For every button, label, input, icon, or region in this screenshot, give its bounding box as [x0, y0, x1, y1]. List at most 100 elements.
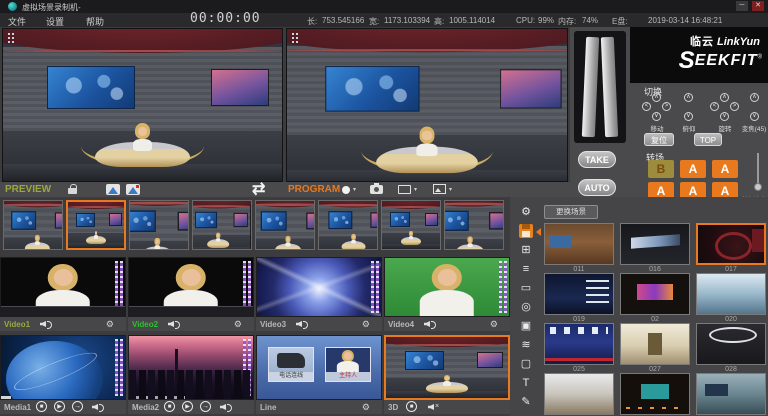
transition-b-button[interactable]: B	[648, 160, 674, 178]
speaker-icon[interactable]	[92, 403, 104, 411]
pitch-down-button[interactable]	[684, 112, 693, 121]
zoom-in-button[interactable]	[750, 93, 759, 102]
menu-file[interactable]: 文件	[8, 15, 26, 28]
snapshot-a-icon[interactable]	[106, 184, 120, 195]
3d-thumbnail[interactable]	[384, 335, 510, 400]
scene-item-025[interactable]	[544, 323, 614, 365]
scene-item-row4-1[interactable]	[544, 373, 614, 415]
stop-button[interactable]	[36, 401, 47, 412]
add-window-icon[interactable]: ⊞	[512, 241, 540, 260]
camera-angle-4[interactable]	[192, 200, 252, 250]
gear-icon[interactable]	[362, 319, 370, 330]
camera-angle-8[interactable]	[444, 200, 504, 250]
scene-item-028[interactable]	[696, 323, 766, 365]
camera-angle-5[interactable]	[255, 200, 315, 250]
gear-icon[interactable]	[234, 319, 242, 330]
scene-item-row4-3[interactable]	[696, 373, 766, 415]
scene-item-017-selected[interactable]	[696, 223, 766, 265]
auto-button[interactable]: AUTO	[578, 179, 616, 196]
minimize-button[interactable]: ─	[736, 1, 748, 11]
record-dropdown-icon[interactable]	[353, 186, 356, 193]
play-button[interactable]	[54, 401, 65, 412]
move-left-button[interactable]	[642, 102, 651, 111]
rotate-down-button[interactable]	[720, 112, 729, 121]
reset-button[interactable]: 复位	[644, 133, 674, 146]
stop-button[interactable]	[406, 401, 417, 412]
video2-thumbnail[interactable]	[128, 257, 254, 317]
take-button[interactable]: TAKE	[578, 151, 616, 168]
rotate-right-button[interactable]	[730, 102, 739, 111]
camera-angle-7[interactable]	[381, 200, 441, 250]
camera-angle-2-selected[interactable]	[66, 200, 126, 250]
camera-angle-1[interactable]	[3, 200, 63, 250]
close-button[interactable]: ✕	[752, 1, 764, 11]
video4-thumbnail[interactable]	[384, 257, 510, 317]
lock-icon[interactable]	[68, 188, 77, 194]
line-thumbnail[interactable]: 电话连线 主持人	[256, 335, 382, 400]
rotate-left-button[interactable]	[710, 102, 719, 111]
display-icon[interactable]: ▭	[512, 279, 540, 298]
media1-thumbnail[interactable]	[0, 335, 126, 400]
move-right-button[interactable]	[662, 102, 671, 111]
scene-list-icon[interactable]: ≡	[512, 260, 540, 279]
speaker-icon[interactable]	[220, 403, 232, 411]
transition-a2-button[interactable]: A	[712, 160, 738, 178]
top-button[interactable]: TOP	[694, 133, 722, 146]
video3-thumbnail[interactable]	[256, 257, 382, 317]
transition-speed-slider[interactable]	[754, 153, 762, 195]
output-display-icon[interactable]	[398, 185, 411, 194]
slider-knob[interactable]	[754, 183, 762, 191]
move-up-button[interactable]	[652, 93, 661, 102]
snapshot-b-icon[interactable]	[126, 184, 140, 195]
screenshot-camera-icon[interactable]	[370, 185, 383, 194]
t-bar-right-handle[interactable]	[601, 37, 618, 137]
speaker-icon[interactable]	[296, 320, 308, 328]
stop-button[interactable]	[164, 401, 175, 412]
settings-icon[interactable]: ⚙	[512, 203, 540, 222]
window-icon[interactable]: ▢	[512, 355, 540, 374]
scene-item-016[interactable]	[620, 223, 690, 265]
layers-icon[interactable]: ≋	[512, 336, 540, 355]
camera-angle-3[interactable]	[129, 200, 189, 250]
transition-a1-button[interactable]: A	[680, 160, 706, 178]
scene-item-011[interactable]	[544, 223, 614, 265]
draw-icon[interactable]: ✎	[512, 393, 540, 412]
speaker-icon[interactable]	[40, 320, 52, 328]
video1-thumbnail[interactable]	[0, 257, 126, 317]
scene-item-020[interactable]	[696, 273, 766, 315]
gear-icon[interactable]	[106, 319, 114, 330]
move-down-button[interactable]	[652, 112, 661, 121]
picture-overlay-icon[interactable]	[433, 184, 446, 194]
zoom-out-button[interactable]	[750, 112, 759, 121]
menu-settings[interactable]: 设置	[46, 15, 64, 28]
menu-help[interactable]: 帮助	[86, 15, 104, 28]
scene-item-row4-2[interactable]	[620, 373, 690, 415]
pitch-up-button[interactable]	[684, 93, 693, 102]
program-monitor[interactable]	[286, 28, 568, 182]
next-button[interactable]	[72, 401, 83, 412]
change-scene-button[interactable]: 更换场景	[544, 205, 598, 219]
speaker-icon[interactable]	[168, 320, 180, 328]
media2-thumbnail[interactable]	[128, 335, 254, 400]
effects-icon[interactable]: ◎	[512, 298, 540, 317]
play-button[interactable]	[182, 401, 193, 412]
record-icon[interactable]	[342, 186, 350, 194]
next-button[interactable]	[200, 401, 211, 412]
speaker-icon[interactable]	[424, 320, 436, 328]
swap-preview-program-icon[interactable]	[252, 179, 265, 199]
t-bar-left-handle[interactable]	[582, 37, 599, 137]
gear-icon[interactable]	[362, 402, 370, 413]
scene-item-02[interactable]	[620, 273, 690, 315]
scene-item-027[interactable]	[620, 323, 690, 365]
scene-item-019[interactable]	[544, 273, 614, 315]
preview-monitor[interactable]	[2, 28, 283, 182]
muted-speaker-icon[interactable]	[428, 403, 440, 411]
save-icon[interactable]	[512, 222, 540, 241]
camera-angle-6[interactable]	[318, 200, 378, 250]
rotate-up-button[interactable]	[720, 93, 729, 102]
output-dropdown-icon[interactable]	[414, 186, 417, 193]
picture-dropdown-icon[interactable]	[449, 186, 452, 193]
image-icon[interactable]: ▣	[512, 317, 540, 336]
gear-icon[interactable]	[490, 319, 498, 330]
text-icon[interactable]: T	[512, 374, 540, 393]
